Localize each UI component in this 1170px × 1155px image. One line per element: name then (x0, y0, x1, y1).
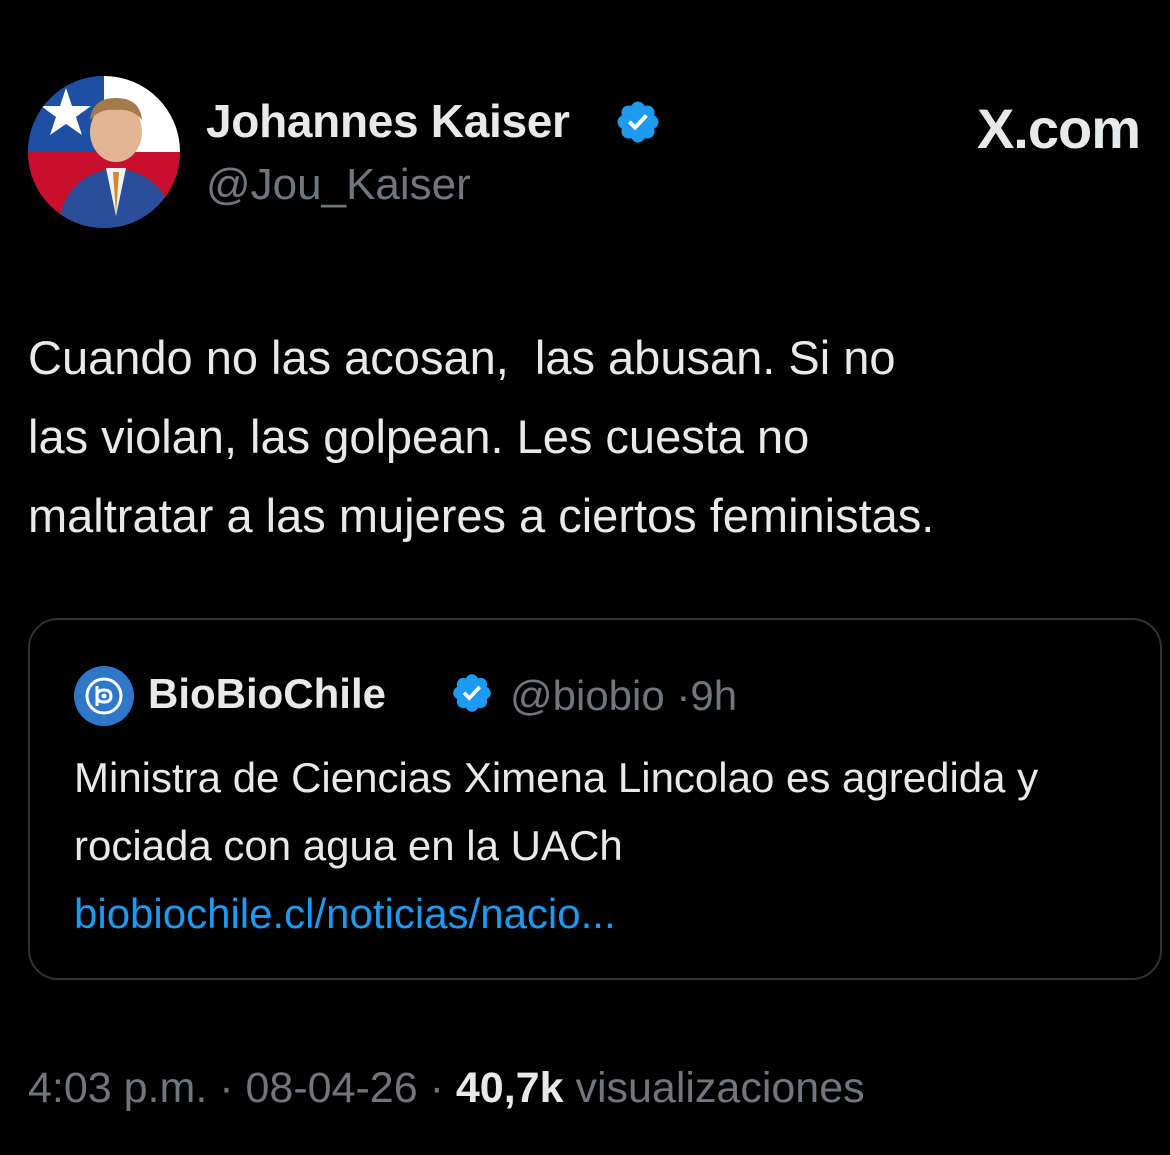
brand-watermark: X.com (976, 97, 1141, 160)
quoted-author-name[interactable]: BioBioChile (148, 670, 386, 718)
tweet: Johannes Kaiser @Jou_Kaiser X.com Cuando… (0, 0, 1170, 1155)
quoted-author-handle[interactable]: @biobio (510, 672, 665, 719)
quoted-meta: @biobio ·9h (510, 672, 737, 720)
author-handle[interactable]: @Jou_Kaiser (206, 160, 471, 210)
quoted-time[interactable]: 9h (690, 672, 737, 719)
verified-badge-icon (617, 101, 659, 143)
quoted-text-body: Ministra de Ciencias Ximena Lincolao es … (74, 754, 1039, 869)
footer-separator: · (429, 1064, 444, 1112)
quoted-link[interactable]: biobiochile.cl/noticias/nacio... (74, 880, 1134, 948)
quoted-tweet-card[interactable]: BioBioChile @biobio ·9h Ministra de Cien… (28, 618, 1162, 980)
biobio-logo-icon[interactable] (74, 666, 134, 726)
biobio-logo-glyph (85, 677, 123, 715)
footer-separator: · (219, 1064, 234, 1112)
views-count[interactable]: 40,7k (456, 1064, 564, 1112)
views-label: visualizaciones (575, 1064, 865, 1112)
quoted-text: Ministra de Ciencias Ximena Lincolao es … (74, 744, 1134, 948)
tweet-time[interactable]: 4:03 p.m. (28, 1064, 207, 1112)
meta-separator: · (676, 672, 691, 719)
verified-badge-icon (453, 674, 491, 712)
author-name[interactable]: Johannes Kaiser (206, 94, 570, 148)
avatar-image (28, 76, 180, 228)
tweet-text: Cuando no las acosan, las abusan. Si no … (28, 331, 935, 542)
tweet-footer: 4:03 p.m. · 08-04-26 · 40,7k visualizaci… (28, 1064, 865, 1113)
tweet-date[interactable]: 08-04-26 (246, 1064, 418, 1112)
author-avatar[interactable] (28, 76, 180, 228)
